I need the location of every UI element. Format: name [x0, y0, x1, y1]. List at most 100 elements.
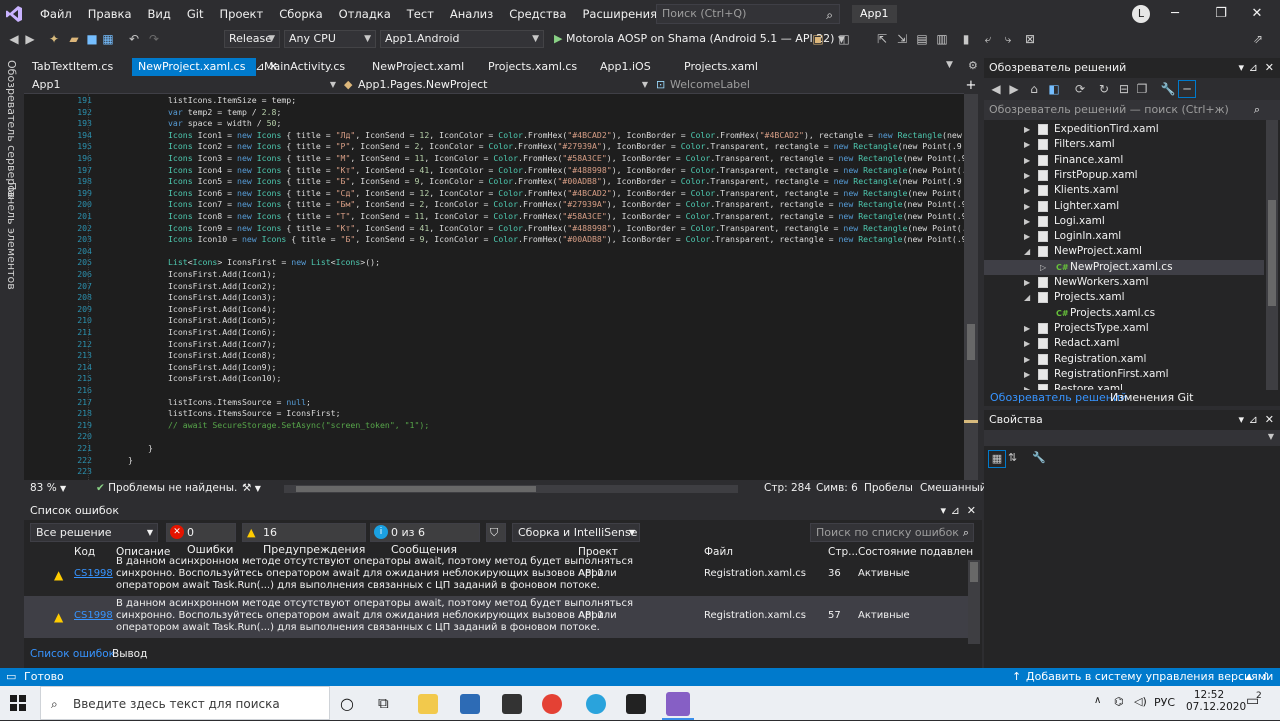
- add-source-control[interactable]: Добавить в систему управления версиями: [1026, 668, 1273, 686]
- chevron-right-icon[interactable]: ▶: [1024, 352, 1030, 367]
- column-line[interactable]: Стр...: [828, 544, 858, 560]
- menu-item[interactable]: Правка: [80, 0, 140, 28]
- tab-projects-xaml-cs[interactable]: Projects.xaml.cs: [482, 58, 588, 76]
- menu-item[interactable]: Расширения: [574, 0, 665, 28]
- pin-icon[interactable]: ⊿: [1249, 58, 1258, 78]
- save-all-icon[interactable]: ▦: [100, 31, 116, 47]
- tree-item[interactable]: ▶ Restore.xaml: [984, 382, 1264, 390]
- task-view-icon[interactable]: ⧉: [378, 694, 389, 712]
- tree-item[interactable]: ▷ C# NewProject.xaml.cs: [984, 259, 1264, 275]
- device-manager-icon[interactable]: ▣: [810, 31, 826, 47]
- chevron-right-icon[interactable]: ▷: [1040, 260, 1046, 275]
- chevron-right-icon[interactable]: ▶: [1024, 367, 1030, 382]
- bookmark-icon[interactable]: ▮: [958, 31, 974, 47]
- tab-newproject-xaml-cs[interactable]: NewProject.xaml.cs ⊿ ✕: [132, 58, 278, 76]
- sync-icon[interactable]: ⟳: [1072, 81, 1088, 97]
- close-icon[interactable]: ✕: [1265, 410, 1274, 430]
- messages-filter-button[interactable]: i0 из 6 Сообщения: [370, 523, 480, 556]
- window-menu-icon[interactable]: ▾: [940, 502, 946, 520]
- quick-launch-search[interactable]: Поиск (Ctrl+Q) ⌕: [656, 4, 840, 24]
- run-button[interactable]: ▶ Motorola AOSP on Shama (Android 5.1 — …: [554, 30, 845, 48]
- file-explorer-icon[interactable]: [418, 694, 438, 714]
- startup-project-select[interactable]: App1.Android ▼: [380, 30, 544, 48]
- tree-item[interactable]: ◢ NewProject.xaml: [984, 244, 1264, 259]
- tree-item[interactable]: ▶ RegistrationFirst.xaml: [984, 367, 1264, 382]
- tab-list-icon[interactable]: ▼: [946, 60, 953, 70]
- tab-tabtextitem[interactable]: TabTextItem.cs: [26, 58, 130, 76]
- new-project-icon[interactable]: ✦: [46, 31, 62, 47]
- error-list-scrollbar[interactable]: [968, 560, 980, 644]
- minimize-icon[interactable]: ─: [1152, 0, 1198, 28]
- live-share-icon[interactable]: ⇗: [1250, 31, 1266, 47]
- tab-error-list[interactable]: Список ошибок: [30, 646, 115, 662]
- platform-select[interactable]: Any CPU ▼: [284, 30, 376, 48]
- home-icon[interactable]: ⌂: [1026, 81, 1042, 97]
- tree-item[interactable]: ▶ FirstPopup.xaml: [984, 168, 1264, 183]
- cortana-icon[interactable]: ○: [340, 694, 354, 713]
- scope-select[interactable]: Все решение ▼: [30, 523, 158, 542]
- tree-item[interactable]: ▶ NewWorkers.xaml: [984, 275, 1264, 290]
- avatar[interactable]: L: [1132, 5, 1150, 23]
- chevron-down-icon[interactable]: ◢: [1024, 244, 1030, 259]
- code-cleanup-icon[interactable]: ⚒ ▼: [242, 482, 261, 494]
- bookmark-prev-icon[interactable]: ⤶: [980, 31, 996, 47]
- forward-icon[interactable]: ▶: [1006, 81, 1022, 97]
- tree-item[interactable]: ▶ Redact.xaml: [984, 336, 1264, 351]
- window-menu-icon[interactable]: ▾: [1238, 410, 1244, 430]
- menu-item[interactable]: Вид: [140, 0, 179, 28]
- chrome-icon[interactable]: [542, 694, 562, 714]
- column-suppression[interactable]: Состояние подавлен: [858, 544, 973, 560]
- property-pages-icon[interactable]: 🔧: [1032, 451, 1046, 464]
- zoom-select[interactable]: 83 % ▼: [30, 482, 66, 494]
- pin-icon[interactable]: ⊿: [951, 502, 960, 520]
- solution-scrollbar[interactable]: [1266, 120, 1278, 390]
- tree-item[interactable]: ▶ LoginIn.xaml: [984, 229, 1264, 244]
- chevron-right-icon[interactable]: ▶: [1024, 275, 1030, 290]
- tab-mainactivity[interactable]: MainActivity.cs: [258, 58, 362, 76]
- warnings-filter-button[interactable]: ▲ 16 Предупреждения: [242, 523, 366, 556]
- class-nav-select[interactable]: ◆ App1.Pages.NewProject ▼: [340, 77, 650, 93]
- code-editor[interactable]: 191 192 193 194 195 196 197 198 199 200 201 202 203 2…: [24, 94, 964, 480]
- show-all-files-icon[interactable]: ❐: [1134, 81, 1150, 97]
- line-ending[interactable]: Смешанный: [920, 482, 987, 494]
- menu-item[interactable]: Файл: [32, 0, 80, 28]
- taskbar-search-input[interactable]: ⌕ Введите здесь текст для поиска: [40, 686, 330, 720]
- switch-views-icon[interactable]: ◧: [1046, 81, 1062, 97]
- configuration-select[interactable]: Release ▼: [224, 30, 280, 48]
- menu-item[interactable]: Анализ: [442, 0, 501, 28]
- redo-icon[interactable]: ↷: [146, 31, 162, 47]
- menu-item[interactable]: Тест: [399, 0, 442, 28]
- tree-item[interactable]: ▶ Logi.xaml: [984, 214, 1264, 229]
- tree-item[interactable]: ▶ Lighter.xaml: [984, 199, 1264, 214]
- error-code-link[interactable]: CS1998: [74, 568, 113, 579]
- step-over-icon[interactable]: ⇲: [894, 31, 910, 47]
- browser-link-icon[interactable]: ◫: [836, 31, 852, 47]
- bookmark-next-icon[interactable]: ⤷: [1000, 31, 1016, 47]
- visual-studio-taskbar-icon[interactable]: [666, 692, 690, 716]
- tree-item[interactable]: ▶ Finance.xaml: [984, 153, 1264, 168]
- chevron-right-icon[interactable]: ▶: [1024, 229, 1030, 244]
- virtualbox-icon[interactable]: [460, 694, 480, 714]
- language-indicator[interactable]: РУС: [1154, 696, 1175, 709]
- collapse-all-icon[interactable]: ⊟: [1116, 81, 1132, 97]
- solution-search-input[interactable]: Обозреватель решений — поиск (Ctrl+ж) ⌕: [984, 100, 1280, 120]
- scrollbar-thumb[interactable]: [970, 562, 978, 582]
- error-row[interactable]: ▲ CS1998 В данном асинхронном методе отсут…: [24, 596, 968, 638]
- server-explorer-tab[interactable]: Обозреватель серверов: [5, 60, 18, 198]
- indent-mode[interactable]: Пробелы: [864, 482, 913, 494]
- chevron-right-icon[interactable]: ▶: [1024, 321, 1030, 336]
- chevron-right-icon[interactable]: ▶: [1024, 153, 1030, 168]
- problems-indicator[interactable]: ✔ Проблемы не найдены.: [96, 482, 237, 494]
- menu-item[interactable]: Отладка: [331, 0, 399, 28]
- toolbox-tab[interactable]: Панель элементов: [5, 182, 18, 290]
- chevron-right-icon[interactable]: ▶: [1024, 122, 1030, 137]
- chevron-up-icon[interactable]: ∧: [1094, 695, 1101, 706]
- tab-solution-explorer[interactable]: Обозреватель решений: [990, 390, 1127, 406]
- app-icon[interactable]: [502, 694, 522, 714]
- network-icon[interactable]: ⌬: [1114, 695, 1124, 708]
- pin-icon[interactable]: ⊿: [1249, 410, 1258, 430]
- error-code-link[interactable]: CS1998: [74, 610, 113, 621]
- tab-output[interactable]: Вывод: [112, 646, 147, 662]
- error-search-input[interactable]: Поиск по списку ошибок ⌕: [810, 523, 974, 542]
- tree-item[interactable]: C# Projects.xaml.cs: [984, 306, 1264, 321]
